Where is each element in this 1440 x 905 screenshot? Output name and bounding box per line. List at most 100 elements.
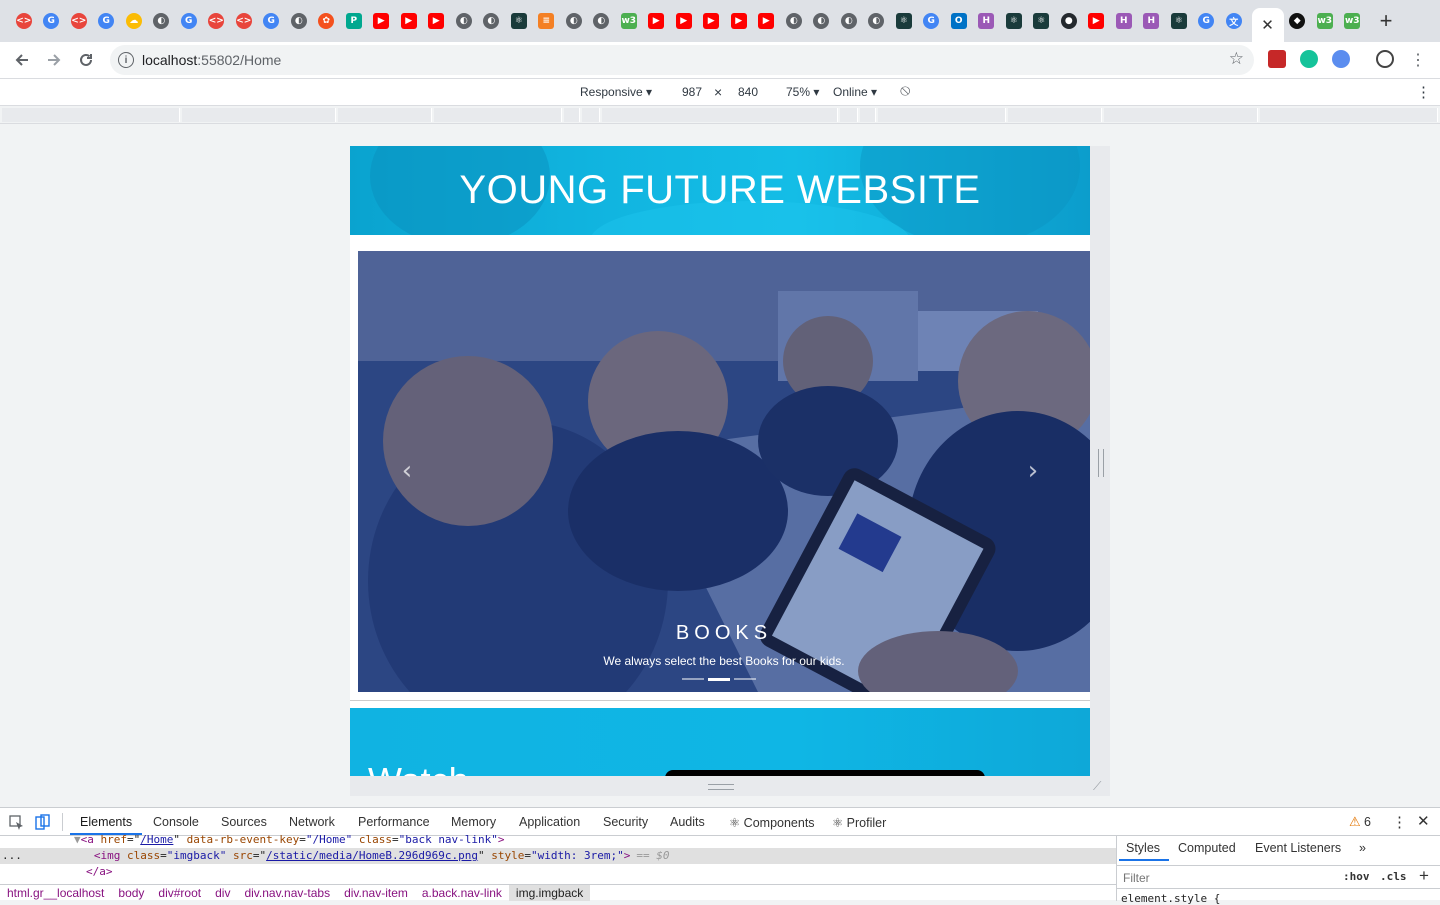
- browser-tab[interactable]: ▶: [670, 6, 698, 36]
- browser-tab[interactable]: H: [1110, 6, 1138, 36]
- browser-menu-icon[interactable]: ⋮: [1410, 50, 1426, 70]
- devtools-menu-icon[interactable]: ⋮: [1392, 813, 1407, 831]
- browser-tab[interactable]: ◐: [450, 6, 478, 36]
- breadcrumb-item[interactable]: div: [208, 885, 237, 901]
- carousel-prev-icon[interactable]: ‹: [392, 456, 422, 486]
- ruler-segment[interactable]: [2, 108, 180, 122]
- ellipsis-icon[interactable]: ...: [0, 849, 22, 862]
- browser-tab[interactable]: G: [38, 6, 66, 36]
- forward-arrow-icon[interactable]: [38, 44, 70, 76]
- browser-tab[interactable]: <>: [203, 6, 231, 36]
- ruler-segment[interactable]: [182, 108, 336, 122]
- browser-tab[interactable]: ◐: [863, 6, 891, 36]
- browser-tab[interactable]: ◐: [808, 6, 836, 36]
- carousel-indicator[interactable]: [734, 678, 756, 680]
- browser-tab[interactable]: ◐: [835, 6, 863, 36]
- address-bar[interactable]: i localhost:55802/Home ☆: [110, 45, 1254, 75]
- browser-tab[interactable]: ◐: [588, 6, 616, 36]
- code-link[interactable]: /Home: [140, 833, 173, 846]
- carousel-next-icon[interactable]: ›: [1018, 456, 1048, 486]
- breadcrumb-item[interactable]: div#root: [151, 885, 208, 901]
- browser-tab[interactable]: O: [945, 6, 973, 36]
- dom-node-anchor-close[interactable]: </a>: [86, 864, 1202, 880]
- ruler-segment[interactable]: [434, 108, 562, 122]
- ruler-segment[interactable]: [840, 108, 858, 122]
- browser-tab[interactable]: ▶: [643, 6, 671, 36]
- breadcrumb-item[interactable]: a.back.nav-link: [415, 885, 509, 901]
- browser-tab[interactable]: H: [973, 6, 1001, 36]
- warning-icon[interactable]: ⚠: [1349, 814, 1361, 830]
- browser-tab[interactable]: G: [175, 6, 203, 36]
- browser-tab[interactable]: ◐: [780, 6, 808, 36]
- warning-count[interactable]: 6: [1364, 815, 1371, 829]
- zoom-select[interactable]: 75% ▾: [786, 85, 819, 99]
- device-select[interactable]: Responsive ▾: [580, 85, 652, 99]
- extension-red-icon[interactable]: [1268, 50, 1286, 68]
- ruler-segment[interactable]: [602, 108, 838, 122]
- ruler-segment[interactable]: [1104, 108, 1258, 122]
- browser-tab[interactable]: <>: [65, 6, 93, 36]
- ruler-segment[interactable]: [582, 108, 600, 122]
- browser-tab[interactable]: w3: [1339, 6, 1367, 36]
- expand-arrow-icon[interactable]: ▼: [74, 833, 81, 846]
- reload-icon[interactable]: [70, 44, 102, 76]
- browser-tab[interactable]: ▶: [725, 6, 753, 36]
- browser-tab[interactable]: ⚛: [505, 6, 533, 36]
- devtools-tab-elements[interactable]: Elements: [80, 815, 132, 829]
- viewport-width-input[interactable]: 987: [682, 85, 702, 99]
- browser-tab[interactable]: G: [1193, 6, 1221, 36]
- dom-node-anchor[interactable]: ▼<a href="/Home" data-rb-event-key="/Hom…: [74, 832, 1190, 848]
- browser-tab[interactable]: ⚛: [1028, 6, 1056, 36]
- styles-tab-event-listeners[interactable]: Event Listeners: [1255, 841, 1341, 855]
- browser-tab[interactable]: <>: [230, 6, 258, 36]
- ruler-segment[interactable]: [338, 108, 432, 122]
- carousel-indicator[interactable]: [708, 678, 730, 681]
- hov-toggle[interactable]: :hov: [1343, 870, 1370, 883]
- devtools-tab-security[interactable]: Security: [603, 815, 648, 829]
- browser-tab[interactable]: ◐: [560, 6, 588, 36]
- rotate-icon[interactable]: ⦸: [900, 82, 910, 100]
- ruler-segment[interactable]: [564, 108, 580, 122]
- devtools-tab-sources[interactable]: Sources: [221, 815, 267, 829]
- resize-handle-bottom-icon[interactable]: [708, 784, 734, 790]
- dom-node-img-selected[interactable]: ... <img class="imgback" src="/static/med…: [0, 848, 1116, 864]
- breadcrumb-item[interactable]: div.nav.nav-tabs: [237, 885, 337, 901]
- devtools-tab-components[interactable]: ⚛ Components: [729, 815, 815, 830]
- browser-tab[interactable]: G: [93, 6, 121, 36]
- browser-tab[interactable]: w3: [615, 6, 643, 36]
- active-tab-close-icon[interactable]: ✕: [1251, 8, 1284, 42]
- devtools-tab-application[interactable]: Application: [519, 815, 580, 829]
- emulation-more-icon[interactable]: ⋮: [1416, 83, 1431, 101]
- browser-tab[interactable]: P: [340, 6, 368, 36]
- inspect-element-icon[interactable]: [9, 815, 24, 830]
- browser-tab[interactable]: G: [918, 6, 946, 36]
- ruler-segment[interactable]: [878, 108, 1006, 122]
- ruler-segment[interactable]: [860, 108, 876, 122]
- styles-tab-styles[interactable]: Styles: [1126, 841, 1160, 855]
- browser-tab[interactable]: ▶: [368, 6, 396, 36]
- browser-tab[interactable]: G: [258, 6, 286, 36]
- elements-tree[interactable]: ▼<a href="/Home" data-rb-event-key="/Hom…: [0, 833, 1116, 884]
- device-toolbar-icon[interactable]: [35, 814, 51, 830]
- carousel-indicator[interactable]: [682, 678, 704, 680]
- browser-tab[interactable]: ◐: [478, 6, 506, 36]
- browser-tab[interactable]: ◐: [148, 6, 176, 36]
- grammarly-icon[interactable]: [1300, 50, 1318, 68]
- ruler-segment[interactable]: [1008, 108, 1102, 122]
- info-icon[interactable]: i: [118, 52, 134, 68]
- browser-tab[interactable]: ⚛: [1165, 6, 1193, 36]
- back-arrow-icon[interactable]: [6, 44, 38, 76]
- close-devtools-icon[interactable]: ✕: [1417, 812, 1430, 830]
- code-link[interactable]: /static/media/HomeB.296d969c.png: [266, 849, 478, 862]
- browser-tab[interactable]: ⚛: [1000, 6, 1028, 36]
- browser-tab[interactable]: ●: [1055, 6, 1083, 36]
- browser-tab[interactable]: ▶: [395, 6, 423, 36]
- devtools-tab-console[interactable]: Console: [153, 815, 199, 829]
- browser-tab[interactable]: ▶: [1083, 6, 1111, 36]
- devtools-tab-profiler[interactable]: ⚛ Profiler: [832, 815, 886, 830]
- styles-tab-computed[interactable]: Computed: [1178, 841, 1236, 855]
- profile-avatar-icon[interactable]: [1376, 50, 1394, 68]
- styles-tab-more[interactable]: »: [1359, 841, 1366, 855]
- resize-corner-icon[interactable]: ⟋: [1093, 779, 1107, 793]
- viewport-height-input[interactable]: 840: [738, 85, 758, 99]
